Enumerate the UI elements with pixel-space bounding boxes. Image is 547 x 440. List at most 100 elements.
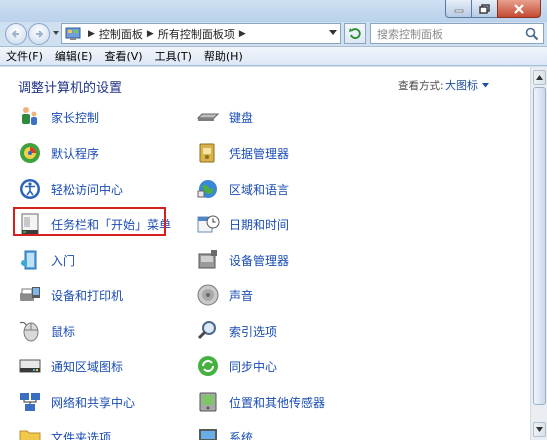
recent-pages-dropdown-icon[interactable] [52, 29, 60, 37]
system-icon [199, 429, 217, 440]
address-dropdown-icon[interactable] [329, 30, 337, 36]
item-credential-manager[interactable]: 凭据管理器 [196, 138, 289, 168]
item-notification-area[interactable]: 通知区域图标 [18, 351, 123, 381]
folder-options-icon [19, 430, 41, 440]
refresh-button[interactable] [344, 23, 366, 44]
menu-tools[interactable]: 工具(T) [155, 48, 192, 64]
menu-view[interactable]: 查看(V) [104, 48, 142, 64]
item-region-language[interactable]: 区域和语言 [196, 174, 289, 204]
scroll-down-icon [536, 427, 543, 432]
notification-area-icon [19, 359, 41, 373]
search-icon[interactable] [525, 27, 539, 41]
item-date-time[interactable]: 日期和时间 [196, 209, 289, 239]
control-panel-icon [65, 27, 81, 40]
breadcrumb-all-items[interactable]: 所有控制面板项 [158, 26, 235, 42]
forward-arrow-icon [36, 30, 44, 38]
device-manager-icon [198, 250, 217, 269]
item-device-manager[interactable]: 设备管理器 [196, 245, 289, 275]
item-label: 键盘 [229, 110, 254, 125]
control-panel-content: 调整计算机的设置 查看方式: 大图标 家长控制 默认程序 轻松访问中心 任务栏和… [0, 67, 530, 440]
item-system[interactable]: 系统 [196, 422, 253, 440]
credential-manager-icon [199, 143, 215, 163]
scroll-up-icon [536, 75, 543, 80]
address-field[interactable]: ▶ 控制面板 ▶ 所有控制面板项 ▶ [61, 23, 341, 44]
indexing-options-icon [197, 321, 216, 340]
back-button[interactable] [5, 23, 27, 45]
item-label: 轻松访问中心 [51, 182, 124, 197]
item-label: 声音 [229, 288, 254, 303]
keyboard-icon [196, 113, 220, 121]
item-getting-started[interactable]: 入门 [18, 245, 75, 275]
item-label: 网络和共享中心 [51, 395, 136, 410]
view-by-label: 查看方式: [398, 80, 444, 92]
region-language-icon [197, 180, 217, 198]
menu-bar: 文件(F) 编辑(E) 查看(V) 工具(T) 帮助(H) [0, 46, 547, 66]
item-sound[interactable]: 声音 [196, 280, 253, 310]
menu-edit[interactable]: 编辑(E) [55, 48, 93, 64]
location-sensors-icon [199, 392, 217, 412]
item-label: 鼠标 [51, 324, 76, 339]
vertical-scrollbar[interactable] [530, 67, 547, 440]
item-label: 入门 [51, 253, 76, 268]
item-label: 系统 [229, 430, 254, 440]
caption-buttons [445, 0, 541, 18]
item-label: 位置和其他传感器 [229, 395, 326, 410]
item-sync-center[interactable]: 同步中心 [196, 351, 277, 381]
item-mouse[interactable]: 鼠标 [18, 316, 75, 346]
search-box[interactable]: 搜索控制面板 [370, 23, 544, 44]
parental-controls-icon [22, 107, 37, 125]
restore-icon [478, 3, 490, 14]
back-arrow-icon [11, 30, 19, 38]
breadcrumb-control-panel[interactable]: 控制面板 [99, 26, 143, 42]
breadcrumb-separator[interactable]: ▶ [239, 29, 246, 39]
title-bar [0, 0, 547, 22]
item-label: 同步中心 [229, 359, 278, 374]
getting-started-icon [21, 250, 37, 270]
item-devices-printers[interactable]: 设备和打印机 [18, 280, 123, 310]
item-parental-controls[interactable]: 家长控制 [18, 102, 99, 132]
item-indexing-options[interactable]: 索引选项 [196, 316, 277, 346]
item-default-programs[interactable]: 默认程序 [18, 138, 99, 168]
item-label: 区域和语言 [229, 182, 290, 197]
item-label: 通知区域图标 [51, 359, 124, 374]
mouse-icon [19, 321, 39, 342]
item-folder-options[interactable]: 文件夹选项 [18, 422, 111, 440]
scroll-up-button[interactable] [533, 70, 546, 85]
page-title: 调整计算机的设置 [18, 81, 123, 96]
scroll-thumb[interactable] [533, 87, 546, 405]
address-bar-row: ▶ 控制面板 ▶ 所有控制面板项 ▶ 搜索控制面板 [0, 22, 547, 45]
close-button[interactable] [497, 0, 541, 18]
item-label: 家长控制 [51, 110, 100, 125]
highlight-box [13, 207, 166, 236]
scroll-down-button[interactable] [533, 422, 546, 437]
menu-file[interactable]: 文件(F) [6, 48, 43, 64]
item-label: 设备管理器 [229, 253, 290, 268]
menu-help[interactable]: 帮助(H) [204, 48, 243, 64]
default-programs-icon [20, 143, 40, 163]
item-location-sensors[interactable]: 位置和其他传感器 [196, 387, 325, 417]
close-icon [514, 3, 524, 14]
view-by-dropdown[interactable]: 大图标 [445, 77, 489, 93]
forward-button[interactable] [28, 23, 50, 45]
refresh-icon [349, 27, 361, 39]
view-by-value: 大图标 [445, 79, 478, 92]
item-keyboard[interactable]: 键盘 [196, 102, 253, 132]
devices-printers-icon [20, 287, 40, 301]
date-time-icon [197, 215, 220, 233]
item-label: 设备和打印机 [51, 288, 124, 303]
maximize-button[interactable] [471, 0, 497, 18]
sound-icon [197, 284, 219, 306]
item-label: 索引选项 [229, 324, 278, 339]
network-sharing-icon [20, 393, 40, 411]
item-ease-of-access[interactable]: 轻松访问中心 [18, 174, 123, 204]
minimize-button[interactable] [445, 0, 471, 18]
breadcrumb-separator[interactable]: ▶ [147, 29, 154, 39]
item-network-sharing[interactable]: 网络和共享中心 [18, 387, 135, 417]
chevron-down-icon [482, 82, 489, 87]
search-placeholder: 搜索控制面板 [377, 27, 443, 41]
item-label: 默认程序 [51, 146, 100, 161]
item-label: 文件夹选项 [51, 430, 112, 440]
breadcrumb-separator[interactable]: ▶ [88, 29, 95, 39]
ease-of-access-icon [20, 179, 40, 199]
item-label: 日期和时间 [229, 217, 290, 232]
